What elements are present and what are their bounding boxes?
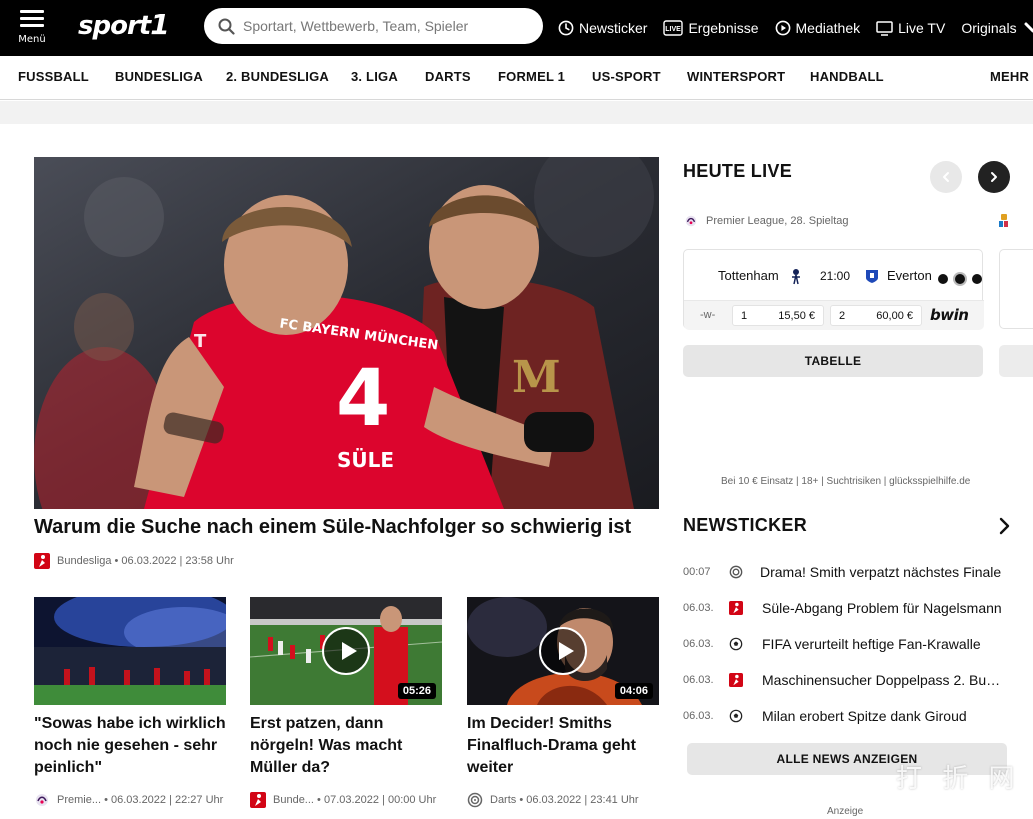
hero-photo: M FC BAYERN MÜNCHEN 4 SÜLE T bbox=[34, 157, 659, 509]
bundesliga-icon bbox=[250, 792, 266, 808]
sports-nav-darts[interactable]: DARTS bbox=[425, 69, 471, 84]
stadium-photo bbox=[34, 597, 226, 705]
newsticker-item[interactable]: 06.03. Milan erobert Spitze dank Giroud bbox=[683, 707, 1023, 727]
nav-newsticker[interactable]: Newsticker bbox=[558, 20, 647, 36]
everton-crest-icon bbox=[866, 270, 878, 283]
sport1-logo[interactable]: sport 1 bbox=[78, 8, 170, 46]
carousel-dot[interactable] bbox=[938, 274, 948, 284]
clock-icon bbox=[558, 20, 574, 36]
video-play-button[interactable] bbox=[539, 627, 587, 675]
article-card-1-title[interactable]: "Sowas habe ich wirklich noch nie gesehe… bbox=[34, 713, 229, 779]
football-icon bbox=[729, 709, 743, 723]
tv-icon bbox=[876, 20, 893, 36]
video-duration-badge: 04:06 bbox=[614, 683, 653, 699]
newsticker-title: NEWSTICKER bbox=[683, 515, 807, 535]
svg-text:LIVE: LIVE bbox=[666, 26, 682, 33]
svg-text:T: T bbox=[194, 331, 207, 352]
bundesliga-icon bbox=[729, 673, 743, 687]
sports-nav-2-bundesliga[interactable]: 2. BUNDESLIGA bbox=[226, 69, 329, 84]
chevron-down-icon bbox=[1024, 22, 1033, 33]
sports-nav-mehr[interactable]: MEHR bbox=[990, 69, 1029, 84]
gambling-disclaimer: Bei 10 € Einsatz | 18+ | Suchtrisiken | … bbox=[721, 476, 971, 487]
carousel-dot[interactable] bbox=[972, 274, 982, 284]
sports-nav: FUSSBALL BUNDESLIGA 2. BUNDESLIGA 3. LIG… bbox=[0, 56, 1033, 100]
heute-live-title: HEUTE LIVE bbox=[683, 161, 793, 181]
sports-nav-3-liga[interactable]: 3. LIGA bbox=[351, 69, 398, 84]
svg-text:M: M bbox=[512, 352, 561, 403]
sports-nav-fussball[interactable]: FUSSBALL bbox=[18, 69, 89, 84]
ad-band bbox=[0, 101, 1033, 124]
newsticker-item[interactable]: 06.03. Süle-Abgang Problem für Nagelsman… bbox=[683, 599, 1023, 619]
league-logo-icon bbox=[999, 214, 1008, 227]
bwin-logo[interactable]: bwin bbox=[930, 306, 969, 324]
next-tabelle-button-peek[interactable] bbox=[999, 345, 1033, 377]
article-card-2-title[interactable]: Erst patzen, dann nörgeln! Was macht Mül… bbox=[250, 713, 445, 779]
article-card-3-meta: Darts • 06.03.2022 | 23:41 Uhr bbox=[467, 792, 639, 808]
premier-league-icon bbox=[685, 215, 697, 227]
draw-odd-placeholder: -w- bbox=[700, 309, 716, 321]
nav-originals[interactable]: Originals bbox=[961, 20, 1033, 36]
chevron-left-icon bbox=[943, 172, 949, 182]
hero-image[interactable]: M FC BAYERN MÜNCHEN 4 SÜLE T bbox=[34, 157, 659, 509]
nav-live-tv[interactable]: Live TV bbox=[876, 20, 945, 36]
carousel-dots bbox=[938, 274, 989, 284]
carousel-dot-active[interactable] bbox=[955, 274, 965, 284]
nav-mediathek[interactable]: Mediathek bbox=[775, 20, 860, 36]
league-label: Premier League, 28. Spieltag bbox=[683, 214, 848, 228]
video-duration-badge: 05:26 bbox=[397, 683, 436, 699]
play-circle-icon bbox=[775, 20, 790, 36]
darts-icon bbox=[729, 565, 743, 579]
odd-away-button[interactable]: 2 60,00 € bbox=[830, 305, 922, 326]
svg-text:SÜLE: SÜLE bbox=[337, 448, 394, 472]
newsticker-item[interactable]: 06.03. FIFA verurteilt heftige Fan-Krawa… bbox=[683, 635, 1023, 655]
top-bar: Menü sport1 Newsticker LIVE Ergebnisse M… bbox=[0, 0, 1033, 56]
odd-home-button[interactable]: 1 15,50 € bbox=[732, 305, 824, 326]
hamburger-icon bbox=[20, 10, 44, 28]
article-card-2-meta: Bunde... • 07.03.2022 | 00:00 Uhr bbox=[250, 792, 436, 808]
article-card-1-image[interactable] bbox=[34, 597, 226, 705]
sports-nav-handball[interactable]: HANDBALL bbox=[810, 69, 884, 84]
svg-text:4: 4 bbox=[336, 354, 390, 444]
football-icon bbox=[729, 637, 743, 651]
watermark: 打 折 网 bbox=[896, 764, 1021, 794]
chevron-right-icon[interactable] bbox=[996, 516, 1014, 536]
sports-nav-wintersport[interactable]: WINTERSPORT bbox=[687, 69, 785, 84]
article-card-3-title[interactable]: Im Decider! Smiths Finalfluch-Drama geht… bbox=[467, 713, 662, 779]
home-team: Tottenham bbox=[718, 268, 779, 283]
tottenham-crest-icon bbox=[792, 269, 800, 285]
search-input[interactable] bbox=[243, 18, 523, 34]
tabelle-button[interactable]: TABELLE bbox=[683, 345, 983, 377]
carousel-next-button[interactable] bbox=[978, 161, 1010, 193]
hero-headline[interactable]: Warum die Suche nach einem Süle-Nachfolg… bbox=[34, 516, 674, 539]
newsticker-item[interactable]: 06.03. Maschinensucher Doppelpass 2. Bun… bbox=[683, 671, 1023, 691]
search-icon bbox=[218, 18, 235, 35]
darts-icon bbox=[467, 792, 483, 808]
sports-nav-bundesliga[interactable]: BUNDESLIGA bbox=[115, 69, 203, 84]
sports-nav-formel-1[interactable]: FORMEL 1 bbox=[498, 69, 565, 84]
article-card-3-image[interactable]: 04:06 bbox=[467, 597, 659, 705]
hero-meta: Bundesliga • 06.03.2022 | 23:58 Uhr bbox=[34, 553, 234, 569]
bundesliga-icon bbox=[34, 553, 50, 569]
away-team: Everton bbox=[887, 268, 932, 283]
menu-button[interactable]: Menü bbox=[14, 8, 50, 50]
article-card-1-meta: Premie... • 06.03.2022 | 22:27 Uhr bbox=[34, 792, 223, 808]
odds-row: -w- 1 15,50 € 2 60,00 € bwin bbox=[684, 300, 984, 330]
carousel-prev-button[interactable] bbox=[930, 161, 962, 193]
next-match-card-peek[interactable] bbox=[999, 249, 1033, 329]
menu-label: Menü bbox=[18, 34, 46, 45]
top-nav: Newsticker LIVE Ergebnisse Mediathek Liv… bbox=[558, 0, 1033, 56]
match-time: 21:00 bbox=[820, 269, 851, 283]
article-card-2-image[interactable]: 05:26 bbox=[250, 597, 442, 705]
chevron-right-icon bbox=[991, 172, 997, 182]
ad-label: Anzeige bbox=[827, 806, 864, 817]
live-icon: LIVE bbox=[663, 20, 684, 36]
search-bar bbox=[204, 8, 543, 44]
sports-nav-us-sport[interactable]: US-SPORT bbox=[592, 69, 661, 84]
match-card[interactable]: Tottenham 21:00 Everton -w- 1 15,50 € 2 … bbox=[683, 249, 984, 330]
premier-league-icon bbox=[36, 794, 48, 806]
video-play-button[interactable] bbox=[322, 627, 370, 675]
nav-ergebnisse[interactable]: LIVE Ergebnisse bbox=[663, 20, 759, 36]
newsticker-item[interactable]: 00:07 Drama! Smith verpatzt nächstes Fin… bbox=[683, 563, 1023, 583]
bundesliga-icon bbox=[729, 601, 743, 615]
